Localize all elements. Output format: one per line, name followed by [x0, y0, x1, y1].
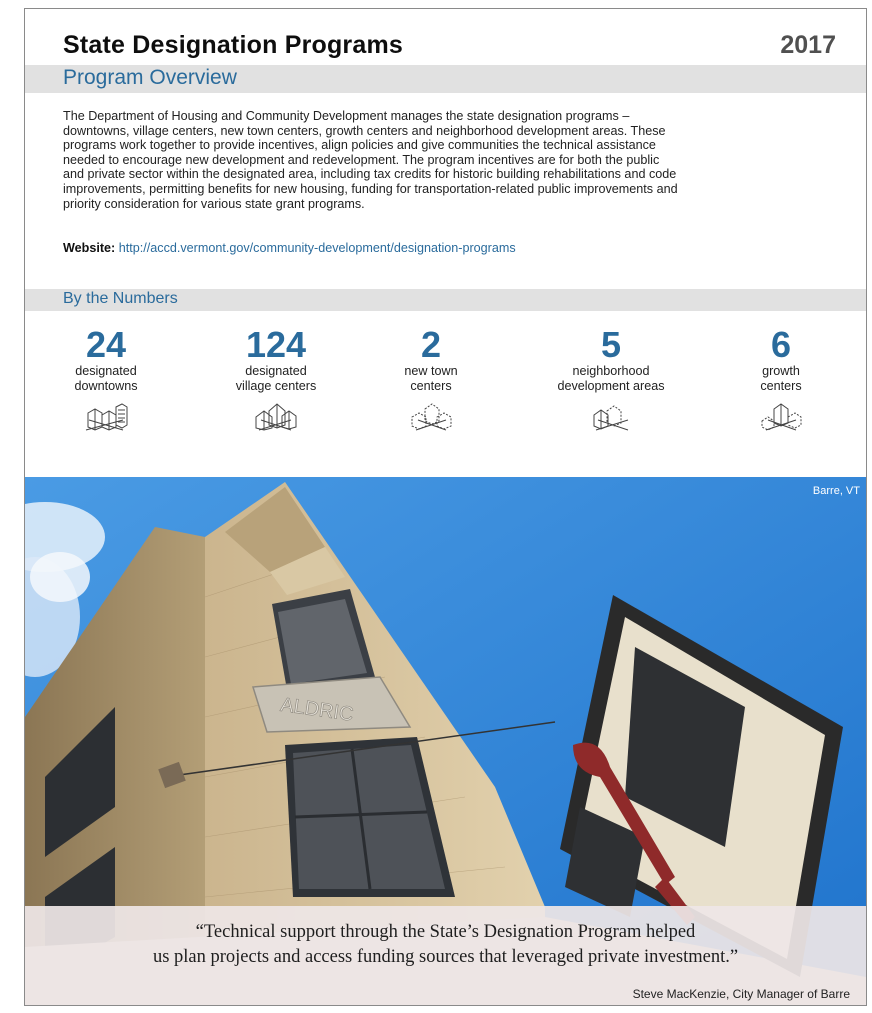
- report-year: 2017: [780, 31, 836, 59]
- stat-label: neighborhood development areas: [545, 364, 677, 393]
- section-heading-overview: Program Overview: [25, 65, 866, 93]
- stat-growth-centers: 6 growth centers: [751, 327, 811, 431]
- header: State Designation Programs 2017: [63, 31, 836, 65]
- testimonial-quote: “Technical support through the State’s D…: [25, 920, 866, 970]
- overview-line: and private sector within the designated…: [63, 167, 677, 182]
- quote-line: “Technical support through the State’s D…: [195, 922, 696, 942]
- website-link[interactable]: http://accd.vermont.gov/community-develo…: [119, 241, 516, 255]
- stat-label: growth centers: [751, 364, 811, 393]
- stat-label-line: centers: [410, 378, 452, 393]
- overview-line: The Department of Housing and Community …: [63, 109, 630, 123]
- stat-value: 2: [420, 324, 442, 365]
- growth-center-icon: [761, 403, 802, 431]
- stat-label-line: neighborhood: [572, 364, 650, 378]
- barre-photo: ALDRIC Barre, VT “Technical support thro…: [25, 477, 866, 1005]
- stat-label-line: downtowns: [74, 378, 138, 393]
- document-page: State Designation Programs 2017 Program …: [24, 8, 867, 1006]
- quote-attribution: Steve MacKenzie, City Manager of Barre: [632, 987, 850, 1001]
- stat-neighborhood-areas: 5 neighborhood development areas: [545, 327, 677, 431]
- quote-box: “Technical support through the State’s D…: [25, 906, 866, 1005]
- photo-location: Barre, VT: [812, 485, 860, 497]
- new-town-icon: [411, 403, 452, 431]
- stat-value: 6: [770, 324, 792, 365]
- stat-new-town-centers: 2 new town centers: [386, 327, 476, 431]
- quote-line: us plan projects and access funding sour…: [152, 947, 739, 967]
- stat-label-line: village centers: [235, 378, 317, 393]
- stat-label-line: designated: [75, 364, 137, 378]
- page-title: State Designation Programs: [63, 31, 404, 59]
- stat-label: designated village centers: [221, 364, 331, 393]
- stat-value: 24: [85, 324, 127, 365]
- stat-label-line: growth: [762, 364, 800, 378]
- overview-heading: Program Overview: [63, 66, 237, 89]
- section-heading-numbers: By the Numbers: [25, 289, 866, 311]
- overview-line: priority consideration for various state…: [63, 196, 365, 211]
- overview-line: programs work together to provide incent…: [63, 138, 656, 153]
- stat-label-line: new town: [404, 364, 458, 378]
- stat-label: new town centers: [386, 364, 476, 393]
- village-houses-icon: [255, 403, 297, 431]
- stat-label-line: development areas: [557, 378, 665, 393]
- website-label: Website:: [63, 241, 116, 255]
- overview-line: needed to encourage new development and …: [63, 152, 660, 167]
- stat-value: 124: [245, 324, 307, 365]
- stat-label-line: centers: [760, 378, 802, 393]
- stat-label-line: designated: [245, 364, 307, 378]
- overview-paragraph: The Department of Housing and Community …: [63, 109, 803, 211]
- stat-label: designated downtowns: [63, 364, 149, 393]
- overview-line: improvements, permitting benefits for ne…: [63, 181, 678, 196]
- overview-line: downtowns, village centers, new town cen…: [63, 123, 666, 138]
- website-line: Website: http://accd.vermont.gov/communi…: [63, 241, 516, 255]
- downtown-buildings-icon: [85, 403, 128, 431]
- stat-village-centers: 124 designated village centers: [221, 327, 331, 431]
- stat-value: 5: [600, 324, 622, 365]
- neighborhood-icon: [593, 405, 629, 431]
- numbers-heading: By the Numbers: [63, 290, 178, 307]
- stat-downtowns: 24 designated downtowns: [63, 327, 149, 431]
